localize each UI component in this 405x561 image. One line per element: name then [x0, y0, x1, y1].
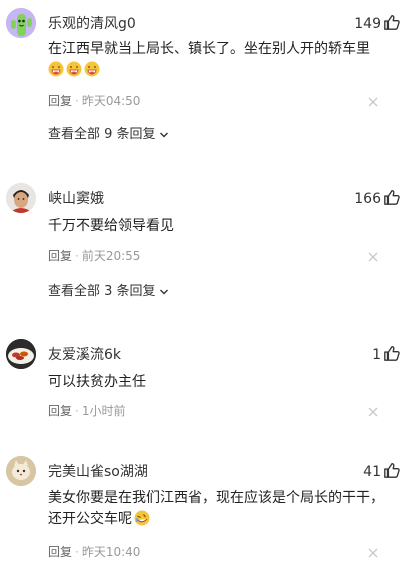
close-icon[interactable]	[367, 406, 379, 418]
like-count: 1	[372, 347, 381, 363]
timestamp: 昨天04:50	[81, 94, 141, 108]
timestamp: 前天20:55	[81, 249, 141, 263]
view-all-replies-button[interactable]: 查看全部 9 条回复	[48, 126, 169, 144]
like-count: 149	[354, 16, 381, 32]
comment-item: 友爱溪流6k 1 可以扶贫办主任 回复 · 1小时前	[0, 339, 405, 419]
separator-dot: ·	[75, 404, 79, 418]
timestamp: 1小时前	[81, 404, 126, 418]
laughing-emoji-icon	[48, 61, 64, 77]
cat-avatar-icon	[6, 456, 36, 486]
reply-button[interactable]: 回复	[48, 545, 72, 559]
avatar[interactable]	[6, 8, 36, 38]
reply-button[interactable]: 回复	[48, 249, 72, 263]
timestamp: 昨天10:40	[81, 545, 141, 559]
comment-item: 峡山窦娥 166 千万不要给领导看见 回复 · 前天20:55 查看全部 3 条回复	[0, 183, 405, 303]
comment-item: 乐观的清风g0 149 在江西早就当上局长、镇长了。坐在别人开的轿车里 回复 · 昨…	[0, 8, 405, 148]
close-icon[interactable]	[367, 96, 379, 108]
laughing-emoji-icon	[66, 61, 82, 77]
food-avatar-icon	[6, 339, 36, 369]
thumbs-up-icon[interactable]	[383, 188, 401, 206]
view-all-replies-button[interactable]: 查看全部 3 条回复	[48, 283, 169, 301]
username[interactable]: 完美山雀so湖湖	[48, 463, 148, 481]
chevron-down-icon	[159, 132, 168, 138]
comment-meta: 回复 · 昨天10:40	[48, 544, 140, 560]
rolling-laugh-emoji-icon	[134, 510, 150, 526]
comment-meta: 回复 · 前天20:55	[48, 248, 140, 264]
reply-button[interactable]: 回复	[48, 94, 72, 108]
comment-text: 千万不要给领导看见	[48, 218, 174, 234]
comment-meta: 回复 · 1小时前	[48, 403, 125, 419]
close-icon[interactable]	[367, 547, 379, 559]
like-count: 166	[354, 191, 381, 207]
chevron-down-icon	[159, 289, 168, 295]
separator-dot: ·	[75, 94, 79, 108]
comment-item: 完美山雀so湖湖 41 美女你要是在我们江西省，现在应该是个局长的干干，还开公交…	[0, 456, 405, 561]
avatar[interactable]	[6, 339, 36, 369]
thumbs-up-icon[interactable]	[383, 461, 401, 479]
username[interactable]: 友爱溪流6k	[48, 346, 121, 364]
comment-text: 在江西早就当上局长、镇长了。坐在别人开的轿车里	[48, 39, 388, 81]
reply-button[interactable]: 回复	[48, 404, 72, 418]
like-count: 41	[363, 464, 381, 480]
view-all-label: 查看全部 9 条回复	[48, 127, 156, 142]
cactus-avatar-icon	[6, 8, 36, 38]
thumbs-up-icon[interactable]	[383, 344, 401, 362]
avatar[interactable]	[6, 183, 36, 213]
avatar[interactable]	[6, 456, 36, 486]
laughing-emoji-icon	[84, 61, 100, 77]
comment-text: 美女你要是在我们江西省，现在应该是个局长的干干，还开公交车呢	[48, 488, 388, 530]
thumbs-up-icon[interactable]	[383, 13, 401, 31]
man-avatar-icon	[6, 183, 36, 213]
comment-text-body: 美女你要是在我们江西省，现在应该是个局长的干干，还开公交车呢	[48, 490, 384, 527]
view-all-label: 查看全部 3 条回复	[48, 284, 156, 299]
comment-text: 可以扶贫办主任	[48, 374, 146, 390]
separator-dot: ·	[75, 249, 79, 263]
separator-dot: ·	[75, 545, 79, 559]
username[interactable]: 峡山窦娥	[48, 190, 104, 208]
comment-meta: 回复 · 昨天04:50	[48, 93, 140, 109]
username[interactable]: 乐观的清风g0	[48, 15, 136, 33]
comment-text-body: 在江西早就当上局长、镇长了。坐在别人开的轿车里	[48, 41, 370, 57]
close-icon[interactable]	[367, 251, 379, 263]
